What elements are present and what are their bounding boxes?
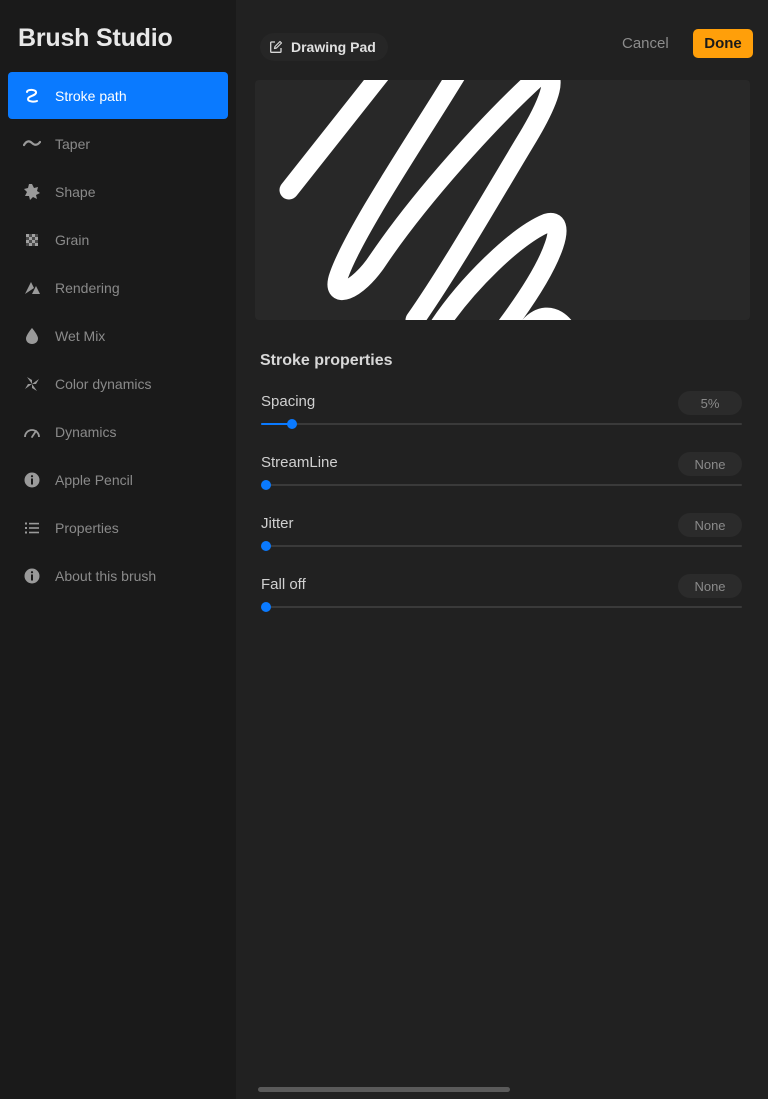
color-dynamics-icon bbox=[21, 373, 43, 395]
slider-track[interactable] bbox=[261, 602, 742, 612]
done-button[interactable]: Done bbox=[693, 29, 753, 58]
slider-streamline: StreamLine None bbox=[261, 452, 742, 492]
dynamics-icon bbox=[21, 421, 43, 443]
slider-value[interactable]: None bbox=[678, 574, 742, 598]
sidebar-item-label: Color dynamics bbox=[55, 375, 152, 392]
sidebar: Brush Studio Stroke path Taper Shape Gra… bbox=[0, 0, 236, 1099]
sidebar-item-label: Apple Pencil bbox=[55, 471, 133, 488]
cancel-button[interactable]: Cancel bbox=[622, 35, 669, 52]
main-panel: Drawing Pad Cancel Done Stroke propertie… bbox=[236, 0, 768, 1099]
grain-icon bbox=[21, 229, 43, 251]
sidebar-title: Brush Studio bbox=[18, 24, 173, 52]
sidebar-nav: Stroke path Taper Shape Grain Rendering … bbox=[8, 72, 228, 600]
rendering-icon bbox=[21, 277, 43, 299]
sidebar-item-dynamics[interactable]: Dynamics bbox=[8, 408, 228, 455]
stroke-properties-title: Stroke properties bbox=[260, 352, 393, 369]
sidebar-item-label: Wet Mix bbox=[55, 327, 106, 344]
slider-track[interactable] bbox=[261, 480, 742, 490]
slider-label: StreamLine bbox=[261, 454, 338, 471]
slider-knob[interactable] bbox=[261, 480, 271, 490]
slider-knob[interactable] bbox=[261, 541, 271, 551]
sidebar-item-taper[interactable]: Taper bbox=[8, 120, 228, 167]
slider-value[interactable]: None bbox=[678, 452, 742, 476]
sidebar-item-stroke-path[interactable]: Stroke path bbox=[8, 72, 228, 119]
slider-label: Spacing bbox=[261, 393, 316, 410]
stroke-preview-canvas[interactable] bbox=[255, 80, 750, 320]
slider-jitter: Jitter None bbox=[261, 513, 742, 553]
sidebar-item-label: Taper bbox=[55, 135, 91, 152]
sidebar-item-label: Rendering bbox=[55, 279, 120, 296]
sidebar-item-grain[interactable]: Grain bbox=[8, 216, 228, 263]
sidebar-item-label: Properties bbox=[55, 519, 119, 536]
sidebar-item-label: Stroke path bbox=[55, 87, 127, 104]
properties-icon bbox=[21, 517, 43, 539]
sidebar-item-rendering[interactable]: Rendering bbox=[8, 264, 228, 311]
slider-track[interactable] bbox=[261, 541, 742, 551]
sidebar-item-about-this-brush[interactable]: About this brush bbox=[8, 552, 228, 599]
edit-icon bbox=[270, 40, 283, 53]
drawing-pad-button[interactable]: Drawing Pad bbox=[260, 33, 388, 61]
wet-mix-icon bbox=[21, 325, 43, 347]
sidebar-item-shape[interactable]: Shape bbox=[8, 168, 228, 215]
sidebar-item-wet-mix[interactable]: Wet Mix bbox=[8, 312, 228, 359]
home-indicator[interactable] bbox=[258, 1087, 510, 1092]
slider-value[interactable]: 5% bbox=[678, 391, 742, 415]
slider-track[interactable] bbox=[261, 419, 742, 429]
slider-fall-off: Fall off None bbox=[261, 574, 742, 614]
slider-label: Jitter bbox=[261, 515, 294, 532]
sidebar-item-label: Shape bbox=[55, 183, 96, 200]
brush-studio-app: Brush Studio Stroke path Taper Shape Gra… bbox=[0, 0, 768, 1099]
apple-pencil-icon bbox=[21, 469, 43, 491]
slider-label: Fall off bbox=[261, 576, 306, 593]
info-icon bbox=[21, 565, 43, 587]
slider-value[interactable]: None bbox=[678, 513, 742, 537]
sidebar-item-properties[interactable]: Properties bbox=[8, 504, 228, 551]
stroke-preview-drawing bbox=[279, 80, 572, 320]
sidebar-item-apple-pencil[interactable]: Apple Pencil bbox=[8, 456, 228, 503]
sidebar-item-color-dynamics[interactable]: Color dynamics bbox=[8, 360, 228, 407]
shape-icon bbox=[21, 181, 43, 203]
slider-knob[interactable] bbox=[286, 419, 297, 429]
drawing-pad-label: Drawing Pad bbox=[291, 39, 376, 55]
stroke-path-icon bbox=[21, 85, 43, 107]
slider-knob[interactable] bbox=[261, 602, 271, 612]
sidebar-item-label: Grain bbox=[55, 231, 90, 248]
sidebar-item-label: Dynamics bbox=[55, 423, 117, 440]
sidebar-item-label: About this brush bbox=[55, 567, 157, 584]
slider-spacing: Spacing 5% bbox=[261, 391, 742, 431]
taper-icon bbox=[21, 133, 43, 155]
